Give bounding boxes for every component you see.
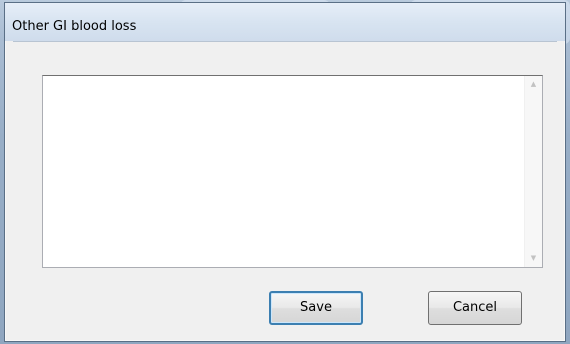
- dialog-client-area: ▲ ▼ Save Cancel: [13, 41, 557, 334]
- window-title: Other GI blood loss: [12, 19, 137, 34]
- save-button[interactable]: Save: [269, 291, 363, 325]
- cancel-button[interactable]: Cancel: [428, 291, 522, 325]
- title-bar[interactable]: Other GI blood loss: [5, 3, 565, 41]
- dialog-window: Other GI blood loss ▲ ▼ Save Cancel: [4, 2, 566, 342]
- notes-textarea[interactable]: ▲ ▼: [42, 75, 543, 268]
- scroll-down-arrow-icon[interactable]: ▼: [525, 250, 542, 267]
- vertical-scrollbar[interactable]: ▲ ▼: [524, 76, 542, 267]
- scroll-up-arrow-icon[interactable]: ▲: [525, 76, 542, 93]
